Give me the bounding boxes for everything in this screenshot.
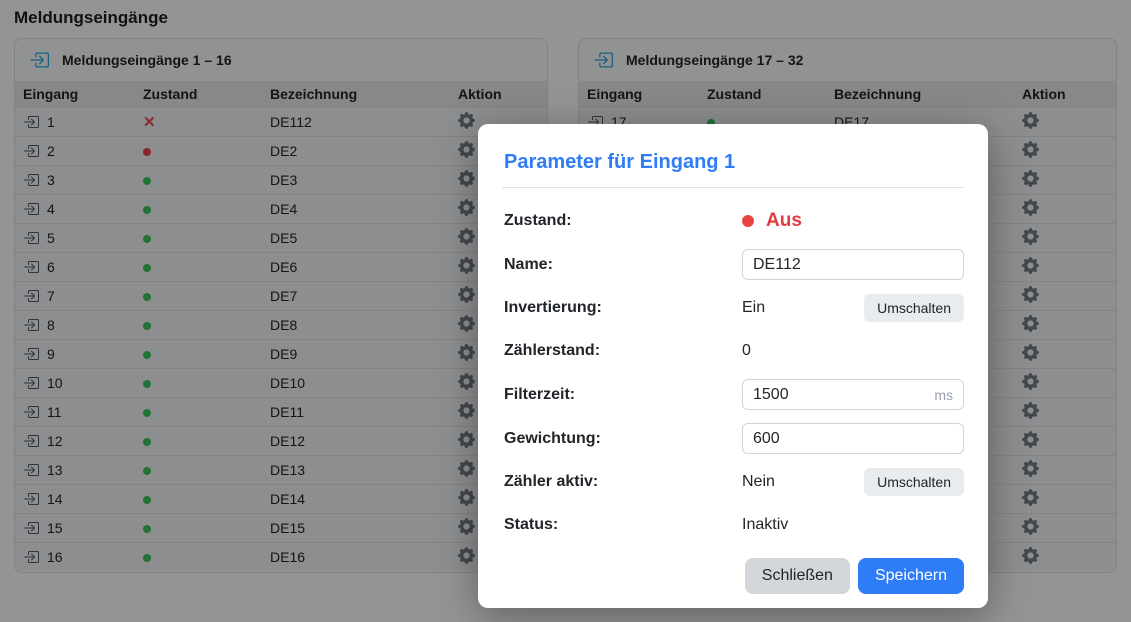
zaehler-aktiv-value: Nein (742, 473, 775, 491)
invertierung-value: Ein (742, 299, 765, 317)
status-label: Status: (502, 516, 742, 534)
modal-title: Parameter für Eingang 1 (504, 150, 964, 174)
save-button[interactable]: Speichern (858, 558, 964, 594)
zaehler-aktiv-label: Zähler aktiv: (502, 473, 742, 491)
zustand-label: Zustand: (502, 212, 742, 230)
field-status: Status: Inaktiv (502, 510, 964, 540)
name-label: Name: (502, 256, 742, 274)
close-button[interactable]: Schließen (745, 558, 850, 594)
modal-footer: Schließen Speichern (502, 558, 964, 594)
filterzeit-unit: ms (934, 387, 953, 403)
gewichtung-input[interactable] (742, 423, 964, 454)
parameter-modal: Parameter für Eingang 1 Zustand: Aus Nam… (478, 124, 988, 608)
zaehlerstand-label: Zählerstand: (502, 342, 742, 360)
gewichtung-label: Gewichtung: (502, 430, 742, 448)
field-zaehler-aktiv: Zähler aktiv: Nein Umschalten (502, 467, 964, 497)
field-name: Name: (502, 249, 964, 280)
invertierung-label: Invertierung: (502, 299, 742, 317)
zustand-value: Aus (742, 210, 802, 232)
field-filterzeit: Filterzeit: ms (502, 379, 964, 410)
field-invertierung: Invertierung: Ein Umschalten (502, 293, 964, 323)
filterzeit-input[interactable] (742, 379, 964, 410)
status-value: Inaktiv (742, 516, 788, 534)
field-zaehlerstand: Zählerstand: 0 (502, 336, 964, 366)
app-root: Meldungseingänge Meldungseingänge 1 – 16… (0, 0, 1131, 622)
zaehler-aktiv-toggle-button[interactable]: Umschalten (864, 468, 964, 496)
filterzeit-label: Filterzeit: (502, 386, 742, 404)
name-input[interactable] (742, 249, 964, 280)
field-gewichtung: Gewichtung: (502, 423, 964, 454)
divider (502, 187, 964, 188)
field-zustand: Zustand: Aus (502, 206, 964, 236)
invertierung-toggle-button[interactable]: Umschalten (864, 294, 964, 322)
zaehlerstand-value: 0 (742, 342, 751, 360)
red-dot-icon (742, 215, 754, 227)
